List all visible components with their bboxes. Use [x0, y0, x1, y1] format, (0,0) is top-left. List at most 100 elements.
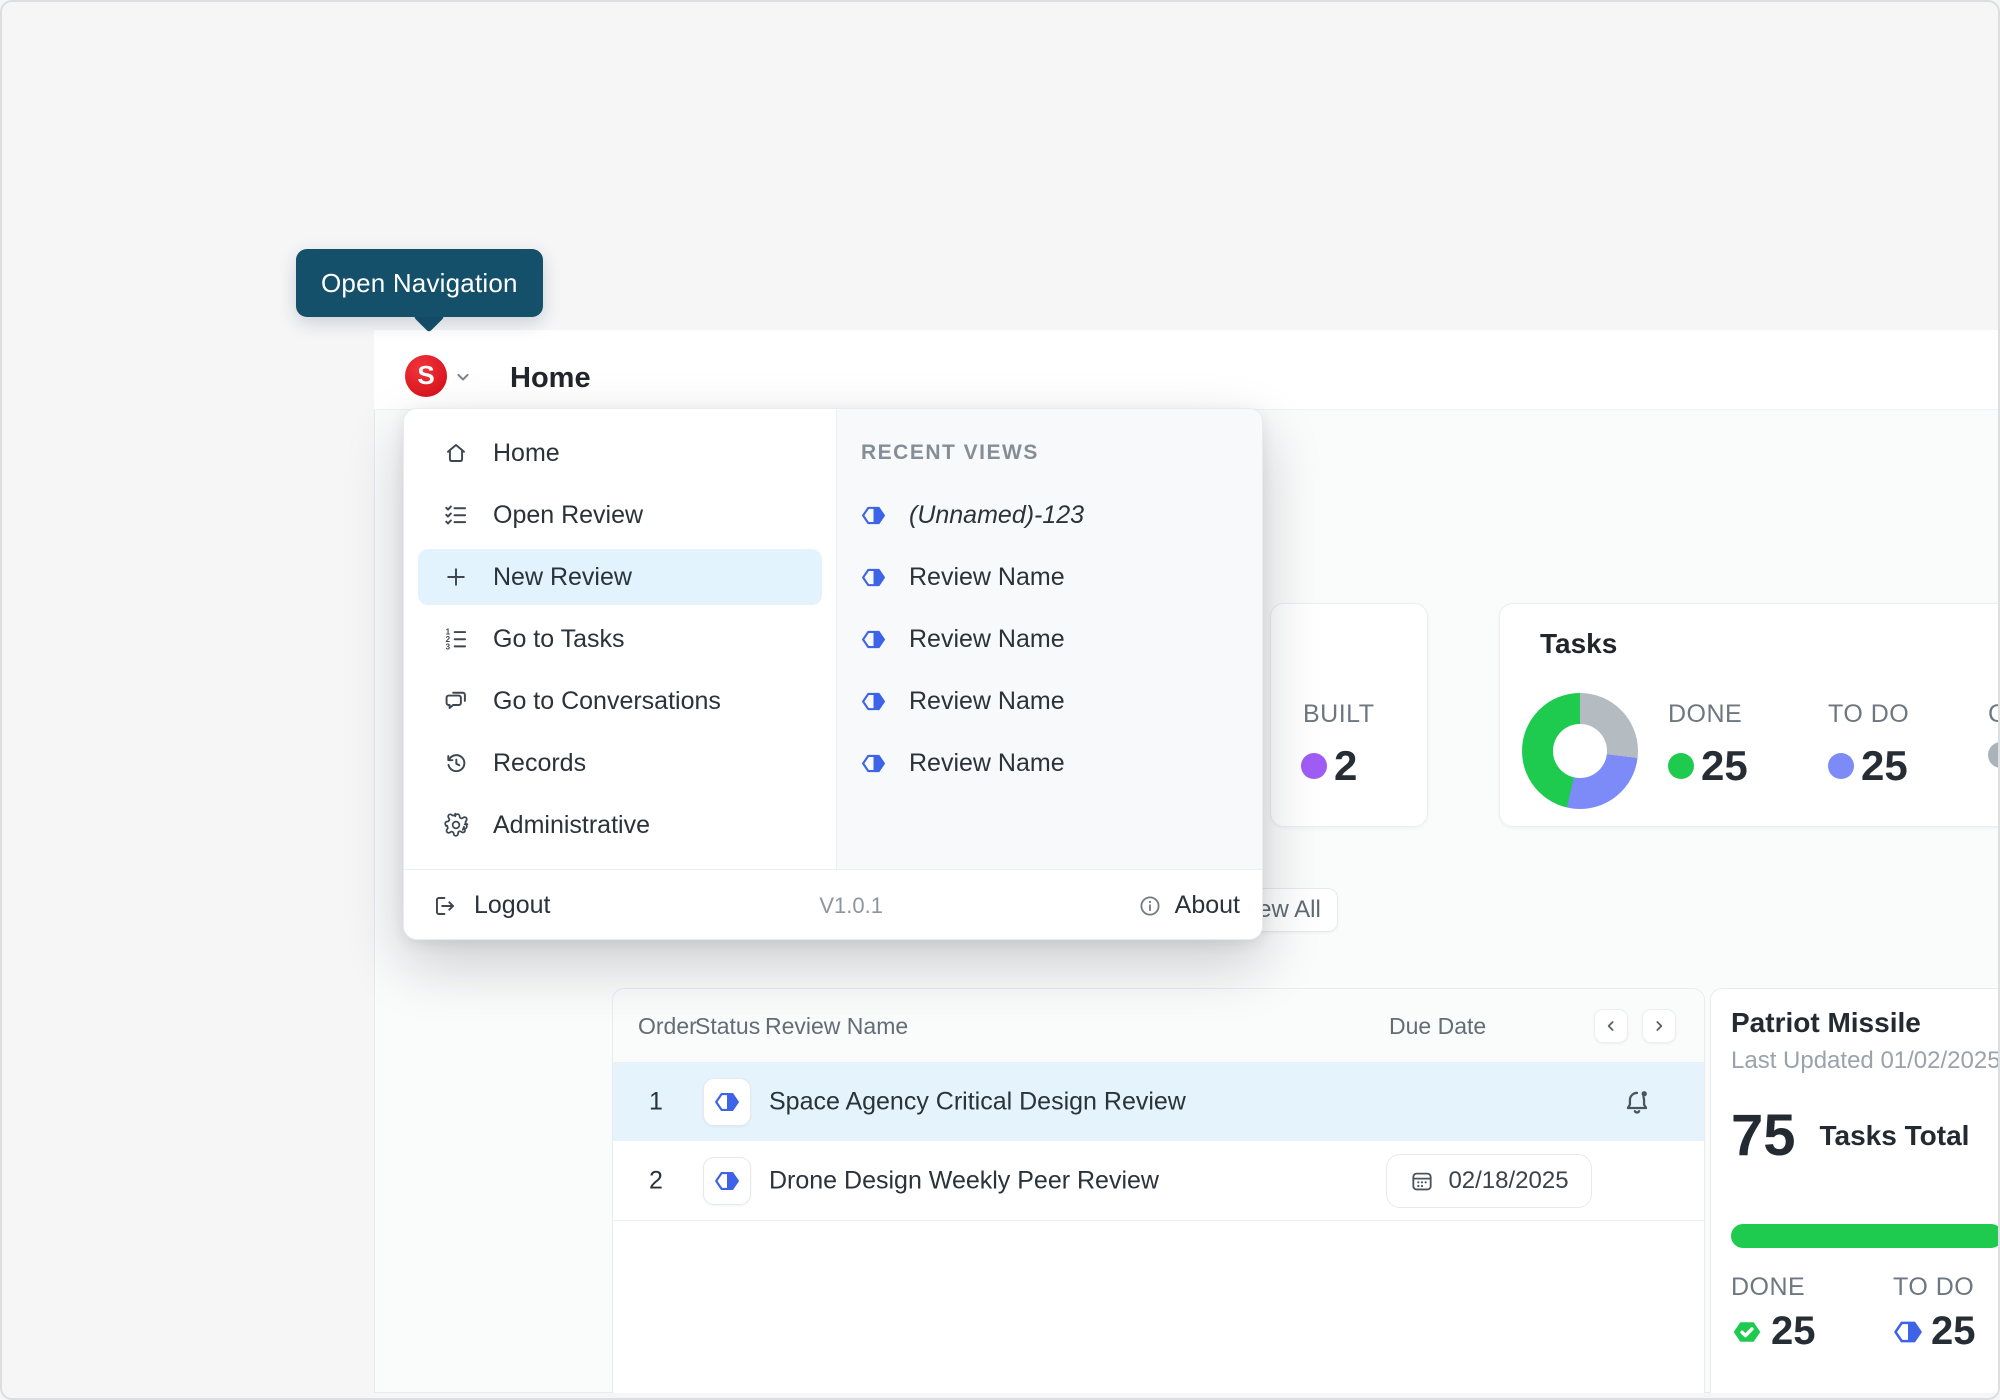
menu-item-administrative[interactable]: Administrative	[418, 797, 822, 853]
menu-item-label: Go to Conversations	[493, 687, 721, 716]
gray-dot-icon	[1988, 742, 2000, 768]
menu-item-label: Open Review	[493, 501, 643, 530]
recent-view-label: Review Name	[909, 563, 1065, 592]
column-header-due-date: Due Date	[1389, 989, 1486, 1063]
recent-view-label: Review Name	[909, 625, 1065, 654]
due-date-value: 02/18/2025	[1448, 1167, 1568, 1195]
half-hexagon-icon	[861, 627, 886, 652]
recent-view-label: (Unnamed)-123	[909, 501, 1084, 530]
open-navigation-tooltip: Open Navigation	[296, 249, 543, 317]
menu-item-label: New Review	[493, 563, 632, 592]
table-row[interactable]: 1 Space Agency Critical Design Review	[613, 1063, 1704, 1141]
built-value: 2	[1301, 742, 1357, 790]
half-hexagon-icon	[1893, 1317, 1923, 1347]
recent-view-item[interactable]: Review Name	[837, 673, 1263, 729]
recent-view-label: Review Name	[909, 749, 1065, 778]
done-label: DONE	[1731, 1273, 1805, 1302]
blue-dot-icon	[1828, 753, 1854, 779]
svg-text:3: 3	[446, 642, 451, 651]
recent-view-item[interactable]: (Unnamed)-123	[837, 487, 1263, 543]
menu-primary-column: Home Open Review New Review 123 Go to Ta…	[404, 409, 836, 869]
done-count: 25	[1701, 742, 1748, 790]
last-updated-text: Last Updated 01/02/2025	[1731, 1047, 2000, 1075]
version-text: V1.0.1	[819, 893, 883, 919]
half-hexagon-icon	[861, 565, 886, 590]
reviews-table: Order Status Review Name Due Date 1 Spac…	[612, 988, 1705, 1393]
review-title: Patriot Missile	[1731, 1007, 1921, 1039]
review-name-cell: Drone Design Weekly Peer Review	[769, 1166, 1159, 1195]
tasks-total-label: Tasks Total	[1820, 1120, 1970, 1152]
todo-value: 25	[1893, 1309, 1976, 1354]
about-button[interactable]: About	[1138, 891, 1240, 920]
plus-icon	[443, 564, 469, 590]
tasks-donut-chart	[1522, 693, 1638, 809]
notification-bell-icon[interactable]	[1621, 1086, 1653, 1118]
todo-label: TO DO	[1893, 1273, 1974, 1302]
logout-label: Logout	[474, 891, 550, 920]
half-hexagon-icon	[861, 689, 886, 714]
menu-item-new-review[interactable]: New Review	[418, 549, 822, 605]
menu-item-home[interactable]: Home	[418, 425, 822, 481]
recent-view-item[interactable]: Review Name	[837, 611, 1263, 667]
done-value: 25	[1668, 742, 1748, 790]
half-hexagon-icon	[861, 751, 886, 776]
logout-icon	[431, 893, 457, 919]
table-row[interactable]: 2 Drone Design Weekly Peer Review 02/18/…	[613, 1141, 1704, 1221]
review-name-cell: Space Agency Critical Design Review	[769, 1088, 1186, 1117]
calendar-icon	[1409, 1168, 1435, 1194]
menu-item-go-to-tasks[interactable]: 123 Go to Tasks	[418, 611, 822, 667]
navigation-menu: Home Open Review New Review 123 Go to Ta…	[403, 408, 1263, 940]
tasks-card-title: Tasks	[1540, 628, 1617, 660]
done-label: DONE	[1668, 700, 1742, 729]
menu-footer: Logout V1.0.1 About	[404, 869, 1263, 940]
clipped-stat-label: C	[1988, 700, 2000, 729]
chevron-left-icon	[1603, 1018, 1619, 1034]
column-header-review-name: Review Name	[765, 989, 908, 1063]
recent-view-label: Review Name	[909, 687, 1065, 716]
donut-hole	[1553, 724, 1607, 778]
status-chip[interactable]	[703, 1078, 751, 1126]
menu-item-open-review[interactable]: Open Review	[418, 487, 822, 543]
due-date-chip[interactable]: 02/18/2025	[1386, 1154, 1592, 1208]
chevron-right-icon	[1651, 1018, 1667, 1034]
recent-view-item[interactable]: Review Name	[837, 735, 1263, 791]
page-title: Home	[510, 362, 591, 395]
nav-logo-button[interactable]: S	[405, 355, 447, 397]
app-header	[374, 330, 2000, 410]
chevron-down-icon[interactable]	[453, 367, 473, 387]
built-count: 2	[1334, 742, 1357, 790]
tasks-total-value: 75	[1731, 1107, 1796, 1165]
recent-views-column: RECENT VIEWS (Unnamed)-123 Review Name R…	[836, 409, 1263, 869]
half-hexagon-icon	[714, 1168, 740, 1194]
gear-icon	[443, 812, 469, 838]
page-previous-button[interactable]	[1594, 1009, 1628, 1043]
green-dot-icon	[1668, 753, 1694, 779]
recent-view-item[interactable]: Review Name	[837, 549, 1263, 605]
built-label: BUILT	[1303, 700, 1375, 729]
built-stat-card: BUILT 2	[1270, 603, 1428, 827]
table-header: Order Status Review Name Due Date	[613, 989, 1704, 1063]
recent-views-heading: RECENT VIEWS	[837, 425, 1263, 481]
column-header-order: Order	[638, 989, 697, 1063]
check-hexagon-icon	[1731, 1316, 1763, 1348]
menu-item-label: Home	[493, 439, 560, 468]
menu-item-records[interactable]: Records	[418, 735, 822, 791]
menu-item-label: Administrative	[493, 811, 650, 840]
menu-item-label: Go to Tasks	[493, 625, 625, 654]
numbered-list-icon: 123	[443, 626, 469, 652]
history-icon	[443, 750, 469, 776]
menu-item-label: Records	[493, 749, 586, 778]
menu-item-go-to-conversations[interactable]: Go to Conversations	[418, 673, 822, 729]
order-cell: 1	[641, 1088, 671, 1117]
status-chip[interactable]	[703, 1157, 751, 1205]
review-detail-panel: Patriot Missile Last Updated 01/02/2025 …	[1710, 988, 2000, 1393]
todo-count: 25	[1861, 742, 1908, 790]
home-icon	[443, 440, 469, 466]
logout-button[interactable]: Logout	[431, 891, 550, 920]
logo-letter: S	[417, 362, 434, 388]
purple-dot-icon	[1301, 753, 1327, 779]
about-label: About	[1175, 891, 1240, 920]
column-header-status: Status	[695, 989, 760, 1063]
half-hexagon-icon	[861, 503, 886, 528]
page-next-button[interactable]	[1642, 1009, 1676, 1043]
